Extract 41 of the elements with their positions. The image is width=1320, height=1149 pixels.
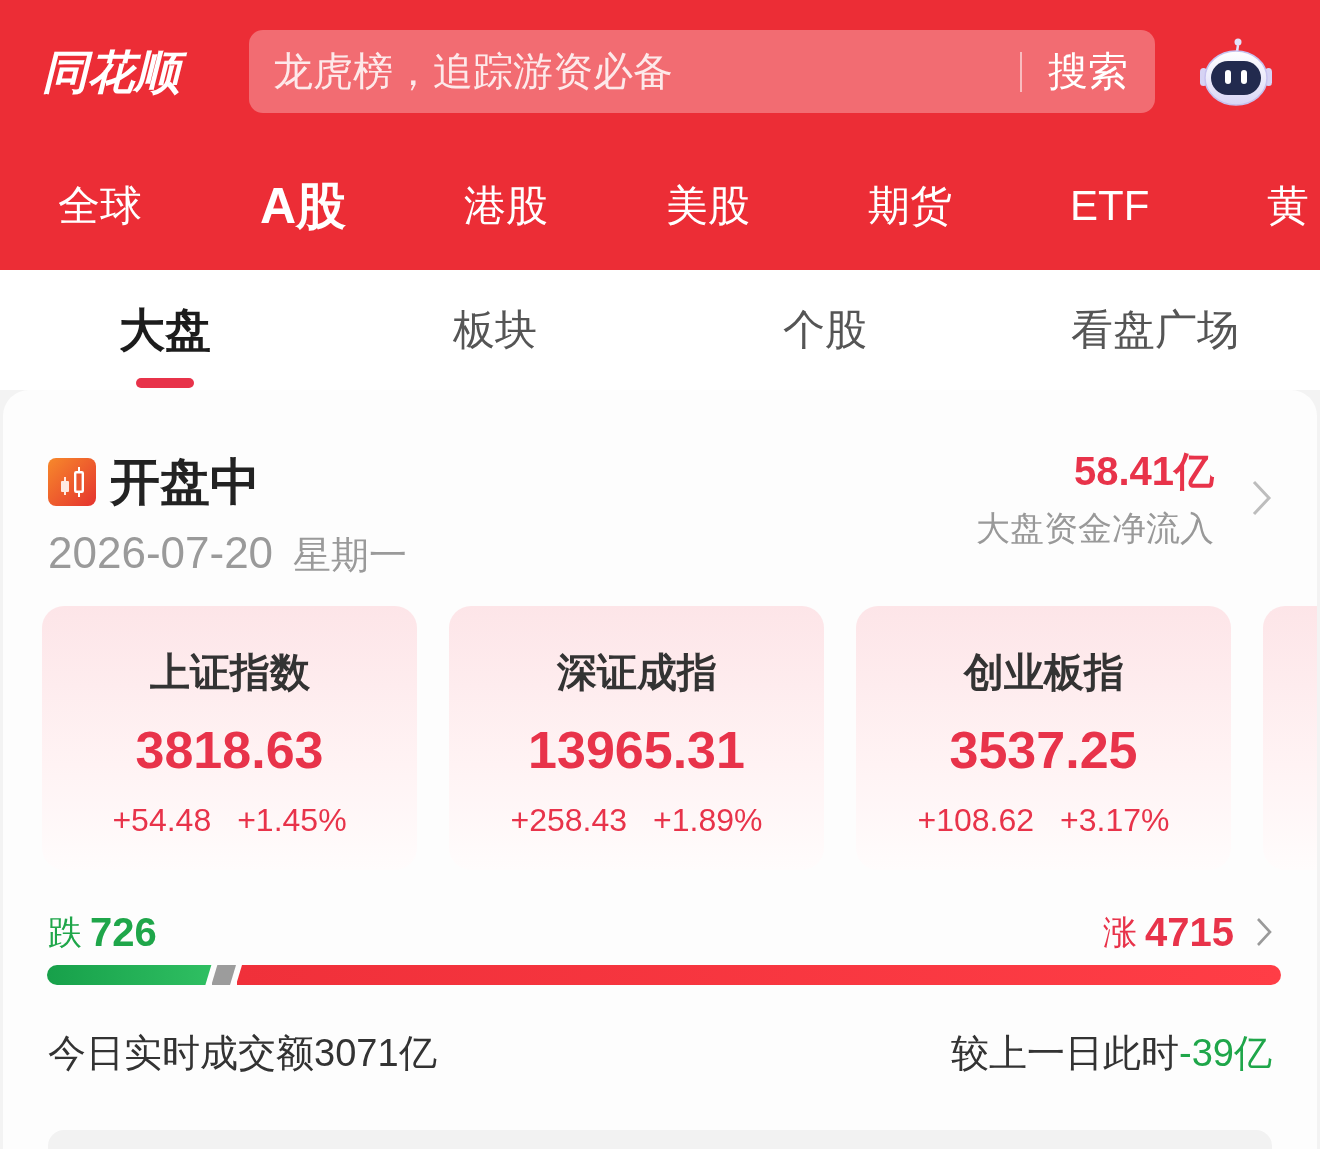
market-tab[interactable]: 全球 [58,177,142,234]
market-tab[interactable]: 黄 [1267,177,1310,234]
net-inflow-label: 大盘资金净流入 [976,508,1214,549]
chevron-right-icon[interactable] [1256,917,1272,947]
section-tab[interactable]: 板块 [453,306,537,388]
net-inflow-value: 58.41亿 [1073,448,1214,495]
decline-count: 726 [90,909,157,956]
index-value: 3818.63 [134,720,325,781]
index-change: +108.62 [917,801,1035,840]
compare-value: -39亿 [1179,1032,1272,1074]
market-tab[interactable]: A股 [260,177,347,234]
decline-label: 跌 [48,912,82,953]
market-status: 开盘中 [110,453,260,512]
index-change-percent: +1.89% [653,801,763,840]
market-tab[interactable]: 美股 [666,177,751,234]
section-tab[interactable]: 大盘 [119,306,211,388]
search-button[interactable]: 搜索 [1020,30,1155,113]
section-tab[interactable]: 看盘广场 [1071,306,1239,388]
index-change: +258.43 [510,801,628,840]
index-value: 3537.25 [948,720,1139,781]
index-name: 创业板指 [962,649,1125,696]
robot-icon[interactable] [1200,37,1272,106]
trading-date: 2026-07-20 [48,527,274,579]
app-logo: 同花顺 [42,43,202,100]
market-tab[interactable]: 港股 [464,177,549,234]
advance-label: 涨 [1103,912,1137,953]
market-tab[interactable]: ETF [1070,177,1150,234]
weekday: 星期一 [293,533,408,578]
index-name: 深证成指 [555,649,718,696]
turnover-text: 今日实时成交额3071亿 [48,1031,437,1076]
compare-label: 较上一日此时 [951,1032,1180,1074]
market-tab[interactable]: 期货 [868,177,953,234]
section-tab[interactable]: 个股 [783,306,867,388]
index-change: +54.48 [112,801,212,840]
index-change-percent: +3.17% [1060,801,1170,840]
index-name: 上证指数 [148,649,311,696]
candlestick-icon [48,458,96,506]
index-change-percent: +1.45% [237,801,347,840]
index-value: 13965.31 [527,720,746,781]
chevron-right-icon[interactable] [1252,480,1272,516]
advance-count: 4715 [1145,909,1234,956]
